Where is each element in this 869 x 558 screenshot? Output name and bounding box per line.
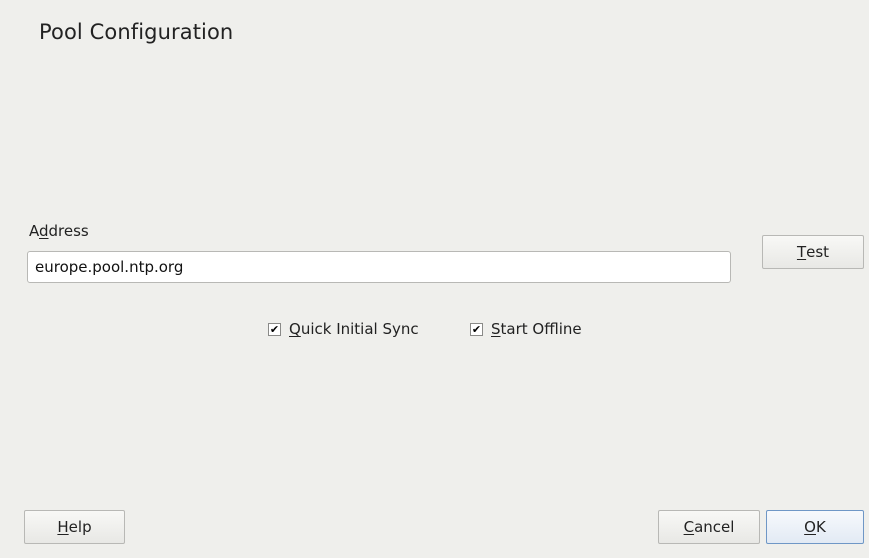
quick-initial-sync-mnemonic: Q — [289, 320, 301, 338]
dialog-title: Pool Configuration — [39, 20, 234, 44]
address-label-suffix: dress — [48, 222, 89, 240]
start-offline-label-suffix: tart Offline — [500, 320, 582, 338]
cancel-button[interactable]: Cancel — [658, 510, 760, 544]
start-offline-option[interactable]: ✔ Start Offline — [470, 320, 582, 338]
help-button-suffix: elp — [68, 518, 92, 536]
ok-button[interactable]: OK — [766, 510, 864, 544]
checkmark-icon: ✔ — [269, 322, 280, 336]
address-label-mnemonic: d — [39, 222, 49, 240]
address-label: Address — [29, 222, 89, 240]
test-button-suffix: est — [806, 243, 830, 261]
help-button[interactable]: Help — [24, 510, 125, 544]
cancel-button-mnemonic: C — [683, 518, 695, 536]
pool-configuration-dialog: Pool Configuration Address Test ✔ Quick … — [0, 0, 869, 558]
start-offline-checkbox[interactable]: ✔ — [470, 322, 483, 336]
ok-button-suffix: K — [815, 518, 826, 536]
quick-initial-sync-checkbox[interactable]: ✔ — [268, 322, 281, 336]
help-button-mnemonic: H — [57, 518, 69, 536]
quick-initial-sync-option[interactable]: ✔ Quick Initial Sync — [268, 320, 419, 338]
cancel-button-suffix: ancel — [694, 518, 735, 536]
ok-button-mnemonic: O — [804, 518, 816, 536]
address-input[interactable] — [27, 251, 731, 283]
test-button[interactable]: Test — [762, 235, 864, 269]
checkmark-icon: ✔ — [471, 322, 482, 336]
quick-initial-sync-label: Quick Initial Sync — [289, 320, 419, 338]
quick-initial-sync-label-suffix: uick Initial Sync — [300, 320, 419, 338]
start-offline-label: Start Offline — [491, 320, 582, 338]
start-offline-mnemonic: S — [491, 320, 501, 338]
test-button-mnemonic: T — [796, 243, 807, 261]
address-label-prefix: A — [29, 222, 39, 240]
